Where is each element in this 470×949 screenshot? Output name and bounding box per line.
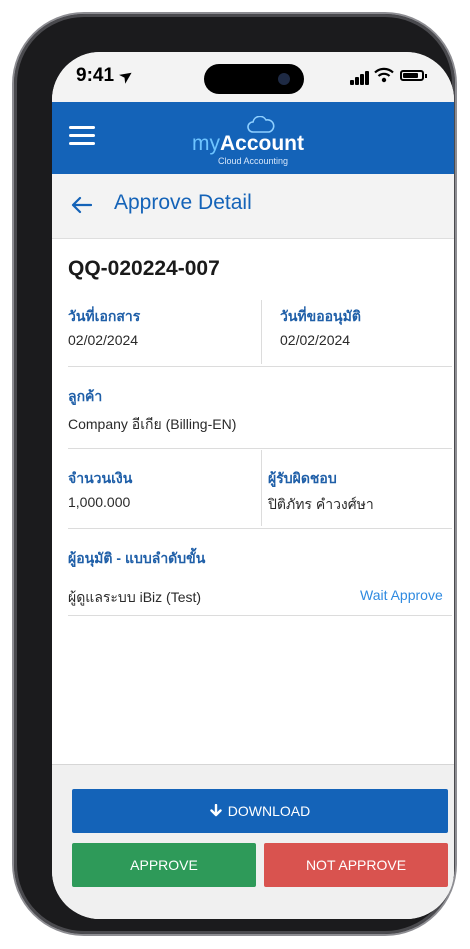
- page-header: Approve Detail: [52, 174, 454, 239]
- camera-icon: [278, 73, 290, 85]
- request-date-value: 02/02/2024: [280, 332, 351, 348]
- action-footer: DOWNLOAD APPROVE NOT APPROVE: [52, 764, 454, 919]
- screen: 9:41 ➤ myAccount Cloud Accounting Approv…: [52, 52, 454, 919]
- divider: [68, 615, 452, 616]
- not-approve-label: NOT APPROVE: [305, 857, 407, 873]
- amount-label: จำนวนเงิน: [68, 470, 133, 486]
- location-arrow-icon: ➤: [116, 65, 137, 87]
- approvers-label: ผู้อนุมัติ - แบบลำดับขั้น: [68, 550, 206, 566]
- divider: [68, 366, 452, 367]
- approve-button[interactable]: APPROVE: [72, 843, 256, 887]
- approver-name: ผู้ดูแลระบบ iBiz (Test): [68, 589, 202, 605]
- divider: [261, 450, 262, 526]
- download-label: DOWNLOAD: [227, 803, 311, 819]
- app-logo: myAccount Cloud Accounting: [180, 116, 350, 168]
- owner-value: ปิติภัทร คำวงศ์ษา: [268, 496, 374, 512]
- back-arrow-icon[interactable]: [70, 196, 92, 214]
- signal-icon: [350, 71, 370, 85]
- divider: [68, 528, 452, 529]
- customer-label: ลูกค้า: [68, 388, 103, 404]
- phone-frame: 9:41 ➤ myAccount Cloud Accounting Approv…: [14, 14, 455, 934]
- download-icon: [210, 804, 222, 817]
- not-approve-button[interactable]: NOT APPROVE: [264, 843, 448, 887]
- page-title: Approve Detail: [114, 191, 252, 214]
- download-button[interactable]: DOWNLOAD: [72, 789, 448, 833]
- amount-value: 1,000.000: [68, 494, 131, 510]
- customer-value: Company อีเกีย (Billing-EN): [68, 416, 237, 432]
- logo-text: myAccount: [192, 132, 304, 155]
- doc-date-label: วันที่เอกสาร: [68, 308, 141, 324]
- status-bar: 9:41 ➤: [52, 52, 454, 102]
- owner-label: ผู้รับผิดชอบ: [268, 470, 337, 486]
- divider: [68, 448, 452, 449]
- wifi-icon: [374, 67, 394, 83]
- status-time: 9:41 ➤: [76, 65, 137, 87]
- approval-status[interactable]: Wait Approve: [360, 587, 443, 603]
- doc-date-value: 02/02/2024: [68, 332, 139, 348]
- approve-label: APPROVE: [130, 857, 198, 873]
- battery-icon: [400, 70, 427, 81]
- request-date-label: วันที่ขออนุมัติ: [280, 308, 361, 324]
- menu-icon[interactable]: [69, 126, 95, 146]
- logo-subtitle: Cloud Accounting: [218, 156, 289, 166]
- document-number: QQ-020224-007: [68, 257, 220, 280]
- dynamic-island: [204, 64, 304, 94]
- app-bar: myAccount Cloud Accounting: [52, 102, 454, 174]
- divider: [261, 300, 262, 364]
